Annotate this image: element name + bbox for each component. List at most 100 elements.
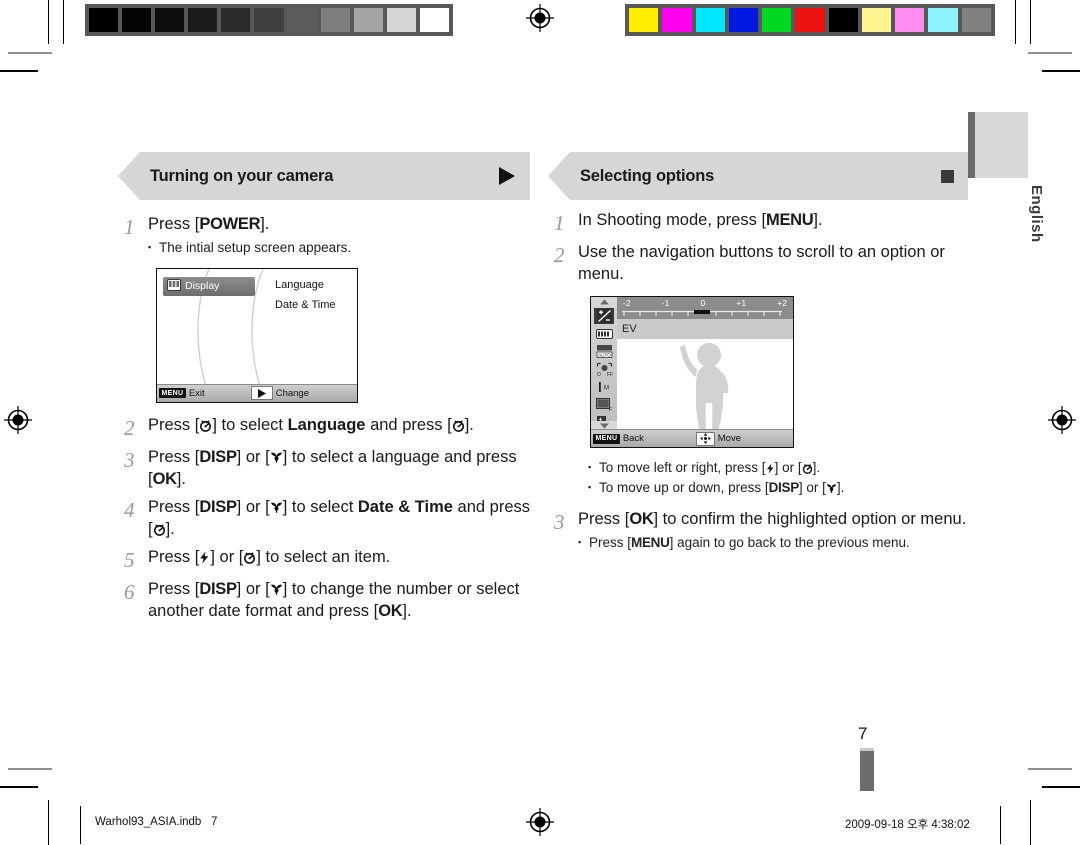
crop-mark bbox=[8, 768, 52, 770]
trim-line bbox=[1000, 806, 1001, 844]
step-text-post: ]. bbox=[260, 215, 270, 233]
text-segment: Press [ bbox=[148, 547, 200, 566]
calibration-swatch bbox=[629, 8, 659, 32]
timer-icon bbox=[452, 419, 465, 432]
four-way-nav-icon bbox=[695, 431, 715, 446]
language-tab-bar bbox=[968, 112, 975, 178]
macro-icon bbox=[270, 583, 283, 596]
registration-mark-left bbox=[3, 405, 33, 435]
crop-mark bbox=[8, 52, 52, 54]
svg-text:F: F bbox=[609, 407, 612, 412]
trim-line bbox=[1015, 0, 1016, 44]
step-text: Press [DISP] or [] to select Date & Time… bbox=[148, 497, 530, 541]
text-segment: ]. bbox=[836, 479, 845, 495]
macro-icon bbox=[270, 451, 283, 464]
step-text: Press [DISP] or [] to change the number … bbox=[148, 579, 530, 623]
ev-exposure-icon[interactable] bbox=[594, 308, 614, 324]
text-segment: Press [ bbox=[578, 510, 630, 529]
chevron-up-icon[interactable] bbox=[591, 297, 617, 307]
lcd-ev-scale[interactable]: -2 -1 0 +1 +2 bbox=[617, 297, 793, 320]
lcd-live-preview bbox=[617, 339, 793, 431]
trim-line bbox=[63, 0, 64, 44]
calibration-swatch bbox=[895, 8, 925, 32]
section-banner-turning-on: Turning on your camera bbox=[118, 152, 530, 200]
registration-mark-top bbox=[525, 3, 555, 33]
trim-line bbox=[48, 800, 49, 845]
ev-label: +2 bbox=[777, 298, 787, 309]
text-segment: ] or [ bbox=[798, 479, 826, 495]
key-menu: MENU bbox=[766, 211, 814, 229]
key-disp: DISP bbox=[199, 447, 237, 466]
step-3: 3 Press [DISP] or [] to select a languag… bbox=[118, 447, 530, 491]
language-tab-block bbox=[968, 112, 1028, 178]
key-power: POWER bbox=[199, 215, 261, 233]
text-segment: ]. bbox=[813, 211, 823, 229]
bold-term-datetime: Date & Time bbox=[357, 497, 453, 516]
lcd-selected-menu-display[interactable]: Display bbox=[163, 276, 255, 296]
step-6: 6 Press [DISP] or [] to change the numbe… bbox=[118, 579, 530, 623]
key-disp: DISP bbox=[768, 479, 800, 495]
left-column: Turning on your camera 1 Press [POWER]. … bbox=[118, 152, 530, 629]
step-1-bullets: The intial setup screen appears. bbox=[148, 238, 530, 258]
step-text: Press [POWER]. The intial setup screen a… bbox=[148, 214, 530, 258]
image-quality-icon[interactable]: F bbox=[594, 397, 614, 413]
language-tab-label: English bbox=[1028, 185, 1045, 243]
ev-label: +1 bbox=[736, 298, 747, 309]
text-segment: Press [ bbox=[148, 447, 200, 466]
text-segment: In Shooting mode, press [ bbox=[578, 211, 767, 229]
step-text: Press [] to select Language and press []… bbox=[148, 415, 530, 441]
crop-mark bbox=[1028, 52, 1072, 54]
timer-icon bbox=[153, 523, 166, 536]
step-4: 4 Press [DISP] or [] to select Date & Ti… bbox=[118, 497, 530, 541]
iso-auto-icon[interactable]: AUTO bbox=[594, 344, 614, 360]
menu-badge-icon: MENU bbox=[159, 388, 186, 398]
text-segment: ] to select bbox=[212, 415, 288, 434]
bullet-dot-icon bbox=[588, 478, 599, 498]
footer-file-slug: Warhol93_ASIA.indb 7 bbox=[95, 816, 217, 828]
calibration-swatch bbox=[961, 8, 991, 32]
trim-line bbox=[80, 806, 81, 844]
step-number: 4 bbox=[124, 497, 135, 522]
step-text: In Shooting mode, press [MENU]. bbox=[578, 210, 968, 236]
calibration-swatch bbox=[122, 8, 152, 32]
step-text-pre: Press [ bbox=[148, 215, 200, 233]
calibration-swatch bbox=[419, 8, 450, 32]
lcd-option-label: EV bbox=[622, 323, 637, 336]
page-title: Turning on your camera bbox=[150, 166, 334, 185]
ev-current-marker bbox=[694, 310, 710, 315]
flash-icon bbox=[199, 551, 210, 564]
calibration-swatch bbox=[695, 8, 725, 32]
lcd-move-label: Move bbox=[717, 433, 741, 445]
macro-icon bbox=[270, 501, 283, 514]
step-text: Press [DISP] or [] to select a language … bbox=[148, 447, 530, 491]
triangle-right-icon bbox=[499, 167, 516, 185]
step-1: 1 Press [POWER]. The intial setup screen… bbox=[118, 214, 530, 258]
lcd-bottom-bar: MENU Exit Change bbox=[157, 383, 357, 402]
lcd-option-row-ev[interactable]: EV bbox=[617, 319, 793, 340]
step-number: 6 bbox=[124, 579, 135, 604]
timer-icon bbox=[243, 551, 256, 564]
grayscale-calibration-strip bbox=[85, 4, 453, 36]
menu-badge-icon: MENU bbox=[593, 433, 620, 444]
text-segment: ]. bbox=[464, 415, 474, 434]
text-segment: ] to select bbox=[282, 497, 358, 516]
step-number: 2 bbox=[124, 415, 135, 440]
face-detect-off-icon[interactable]: FF O bbox=[594, 361, 614, 377]
text-segment: Press [ bbox=[148, 415, 200, 434]
step-2: 2 Press [] to select Language and press … bbox=[118, 415, 530, 441]
manual-page: Turning on your camera 1 Press [POWER]. … bbox=[0, 0, 1080, 845]
crop-mark bbox=[1028, 768, 1072, 770]
focus-area-icon[interactable]: M bbox=[594, 379, 614, 395]
svg-text:M: M bbox=[604, 385, 609, 391]
white-balance-icon[interactable] bbox=[594, 326, 614, 342]
lcd-menu-item-datetime[interactable]: Date & Time bbox=[275, 299, 336, 311]
calibration-swatch bbox=[155, 8, 185, 32]
lcd-menu-item-language[interactable]: Language bbox=[275, 279, 324, 291]
svg-text:O: O bbox=[597, 372, 601, 377]
section-title: Selecting options bbox=[580, 166, 715, 185]
calibration-swatch bbox=[254, 8, 284, 32]
step-3: 3 Press [OK] to confirm the highlighted … bbox=[548, 509, 968, 553]
step-text: Use the navigation buttons to scroll to … bbox=[578, 243, 945, 284]
calibration-swatch bbox=[762, 8, 792, 32]
step-3-bullets: Press [MENU] again to go back to the pre… bbox=[578, 533, 968, 553]
